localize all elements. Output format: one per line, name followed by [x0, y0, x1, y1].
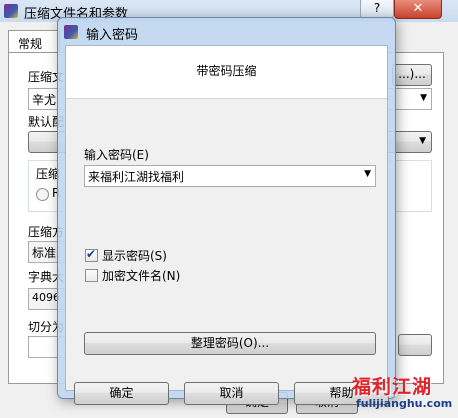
- dialog-title: 输入密码: [86, 28, 139, 43]
- show-password-checkbox[interactable]: ✔: [85, 247, 98, 262]
- site-watermark: 福利江湖 fulijianghu.com: [350, 366, 458, 418]
- archive-name-value: 辛尤: [32, 93, 57, 107]
- cancel-button[interactable]: 取消: [184, 382, 279, 405]
- password-label: 输入密码(E): [84, 148, 149, 162]
- browse-button[interactable]: ...)...: [392, 64, 432, 86]
- tab-general[interactable]: 常规: [8, 30, 60, 53]
- watermark-title: 福利江湖: [352, 376, 433, 398]
- password-input[interactable]: 来福利江湖找福利 ▼: [84, 165, 376, 187]
- dialog-header-text: 带密码压缩: [196, 64, 257, 78]
- close-title-button[interactable]: ✕: [394, 0, 442, 19]
- encrypt-filenames-label[interactable]: 加密文件名(N): [102, 267, 180, 284]
- winrar-app-icon: [4, 4, 18, 18]
- chevron-down-icon: ▼: [420, 93, 427, 103]
- dictionary-size-value: 4096: [32, 291, 60, 304]
- checkmark-icon: ✔: [86, 247, 97, 261]
- ok-button[interactable]: 确定: [74, 382, 169, 405]
- back-side-button[interactable]: [398, 334, 432, 356]
- enter-password-dialog: 输入密码 带密码压缩 输入密码(E) 来福利江湖找福利 ▼ ✔ 显示密码(S) …: [57, 17, 396, 405]
- chevron-down-icon: ▼: [419, 136, 426, 146]
- organize-passwords-button[interactable]: 整理密码(O)...: [84, 332, 376, 355]
- password-value: 来福利江湖找福利: [88, 170, 185, 184]
- watermark-url: fulijianghu.com: [356, 397, 453, 410]
- chevron-down-icon[interactable]: ▼: [364, 169, 371, 179]
- format-radio[interactable]: [36, 188, 49, 201]
- encrypt-filenames-checkbox[interactable]: [85, 269, 98, 282]
- tab-general-label: 常规: [18, 37, 43, 51]
- compression-method-value: 标准: [32, 246, 57, 260]
- dialog-body: 带密码压缩 输入密码(E) 来福利江湖找福利 ▼ ✔ 显示密码(S) 加密文件名…: [65, 45, 389, 405]
- show-password-label[interactable]: 显示密码(S): [102, 247, 167, 264]
- dialog-header: 带密码压缩: [66, 46, 387, 99]
- winrar-app-icon: [64, 25, 78, 39]
